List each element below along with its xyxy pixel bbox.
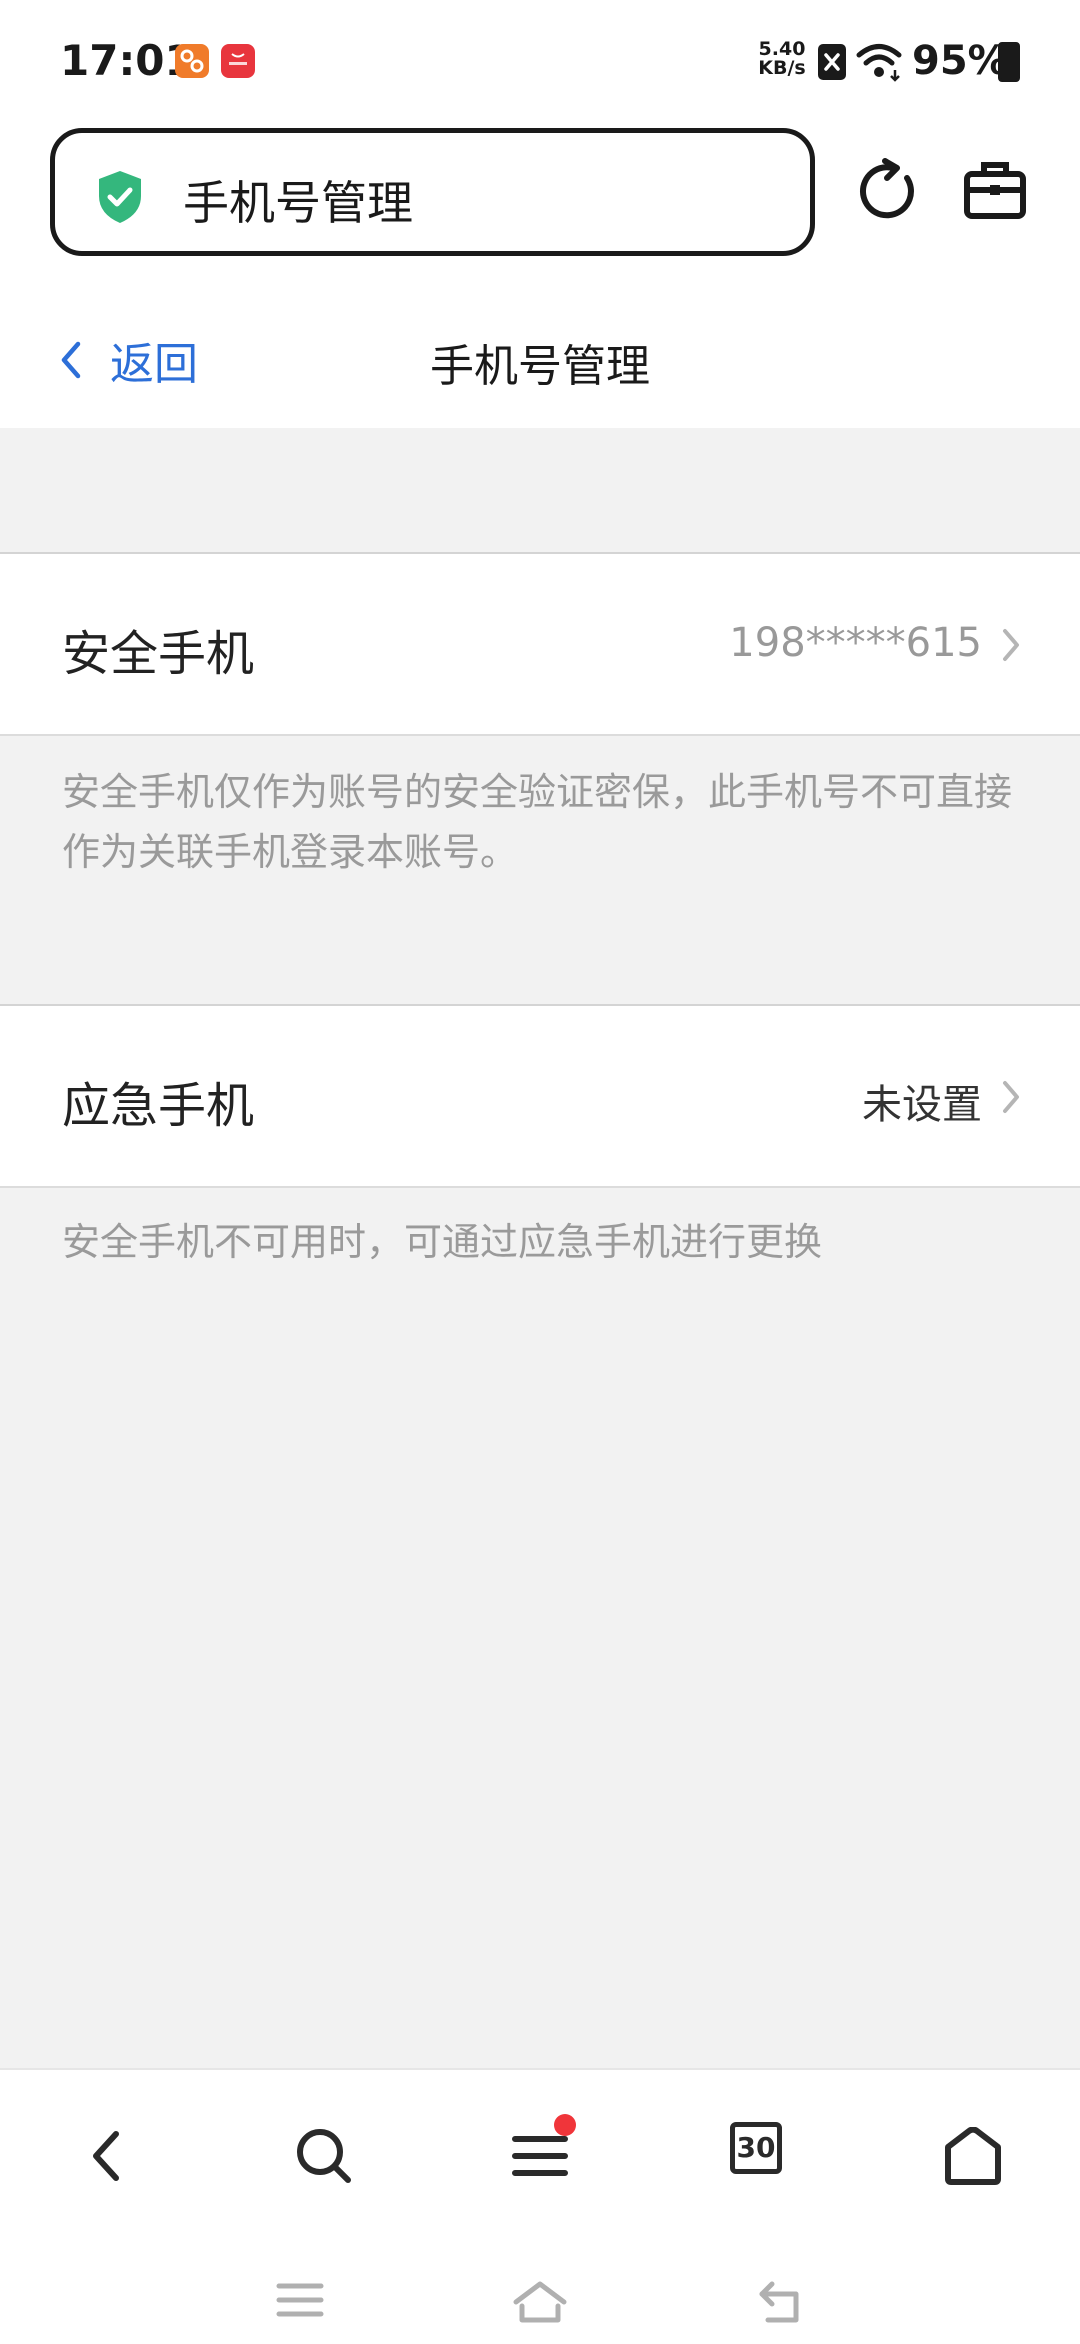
battery-level: 95% [912,38,1008,84]
system-menu-icon[interactable] [276,2280,324,2320]
notification-dot [554,2114,576,2136]
emergency-phone-value: 未设置 [862,1082,982,1128]
huawei-app-icon [221,44,255,78]
battery-icon [998,42,1020,82]
emergency-phone-row[interactable]: 应急手机 未设置 [0,1004,1080,1188]
menu-icon [512,2136,568,2176]
system-back-icon[interactable] [756,2280,806,2324]
home-icon [945,2127,1001,2185]
browser-bottom-nav: 30 [0,2068,1080,2344]
status-bar: 17:01 5.40 KB/s 95% [0,0,1080,120]
chevron-right-icon [1003,1081,1019,1113]
wifi-icon [856,44,902,82]
nav-search-button[interactable] [284,2116,364,2196]
network-speed: 5.40 KB/s [756,40,808,78]
address-text: 手机号管理 [183,176,413,230]
refresh-icon[interactable] [855,158,921,224]
toolbox-icon[interactable] [962,158,1028,222]
security-phone-row[interactable]: 安全手机 198*****615 [0,552,1080,736]
emergency-phone-label: 应急手机 [62,1078,255,1134]
emergency-phone-description: 安全手机不可用时，可通过应急手机进行更换 [62,1220,823,1264]
sim-x-icon [818,44,846,80]
status-time: 17:01 [60,36,194,85]
nav-back-button[interactable] [66,2116,146,2196]
search-icon [297,2129,351,2183]
shield-check-icon [99,171,141,223]
security-phone-label: 安全手机 [62,626,255,682]
chevron-right-icon [1003,629,1019,661]
security-phone-description: 安全手机仅作为账号的安全验证密保，此手机号不可直接作为关联手机登录本账号。 [62,770,1013,874]
app-notification-icon [175,44,209,78]
page-header: 返回 手机号管理 [0,270,1080,428]
security-phone-value: 198*****615 [729,620,982,666]
tabs-icon[interactable]: 30 [730,2122,782,2174]
network-speed-unit: KB/s [758,57,806,79]
browser-toolbar: 手机号管理 [0,120,1080,270]
back-icon [93,2131,119,2181]
system-home-icon[interactable] [512,2280,568,2324]
address-bar[interactable]: 手机号管理 [50,128,815,256]
page-title: 手机号管理 [430,341,650,392]
nav-home-button[interactable] [933,2116,1013,2196]
